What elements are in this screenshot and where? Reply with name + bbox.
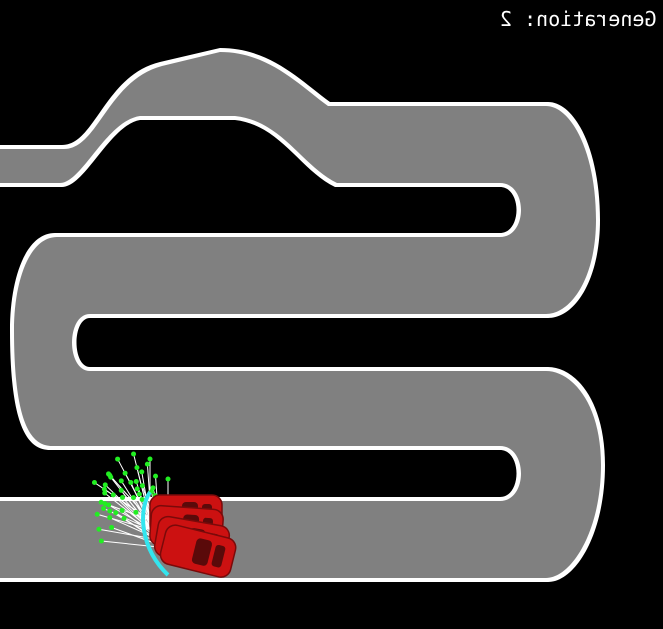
race-track [0, 48, 605, 582]
radar-hit-point [150, 485, 156, 491]
radar-hit-point [110, 492, 116, 498]
radar-hit-point [119, 507, 125, 513]
radar-hit-point [98, 499, 104, 505]
radar-hit-point [165, 476, 171, 482]
radar-hit-point [153, 473, 159, 479]
radar-hit-point [118, 487, 124, 493]
radar-hit-point [121, 515, 127, 521]
radar-hit-point [108, 474, 114, 480]
radar-hit-point [133, 478, 139, 484]
radar-hit-point [122, 470, 128, 476]
radar-hit-point [101, 505, 107, 511]
radar-hit-point [106, 502, 112, 508]
radar-hit-point [115, 456, 121, 462]
radar-hit-point [119, 494, 125, 500]
radar-hit-point [113, 510, 119, 516]
radar-hit-point [98, 538, 104, 544]
radar-hit-point [136, 491, 142, 497]
radar-hit-point [139, 483, 145, 489]
generation-counter: Generation: 2 [500, 6, 657, 32]
generation-value: 2 [500, 7, 513, 31]
radar-hit-point [109, 524, 115, 530]
radar-hit-point [133, 509, 139, 515]
generation-label: Generation: [512, 7, 657, 31]
radar-hit-point [118, 478, 124, 484]
radar-hit-point [134, 486, 140, 492]
radar-hit-point [102, 490, 108, 496]
radar-hit-point [96, 526, 102, 532]
race-track-canvas [0, 0, 663, 629]
radar-hit-point [134, 465, 140, 471]
radar-hit-point [147, 456, 153, 462]
radar-hit-point [144, 461, 150, 467]
radar-hit-point [91, 480, 97, 486]
radar-hit-point [102, 482, 108, 488]
radar-hit-point [131, 451, 137, 457]
radar-hit-point [131, 495, 137, 501]
radar-hit-point [94, 511, 100, 517]
radar-hit-point [139, 469, 145, 475]
radar-hit-point [128, 479, 134, 485]
radar-hit-point [107, 515, 113, 521]
radar-hit-point [107, 508, 113, 514]
